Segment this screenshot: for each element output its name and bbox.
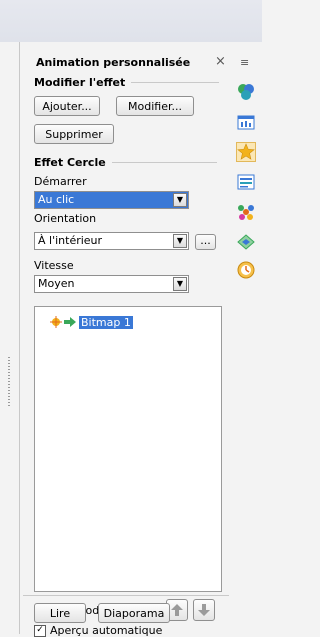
auto-preview-row: ✓ Aperçu automatique — [34, 624, 162, 637]
modify-button-label: Modifier... — [128, 100, 182, 113]
splitter-grip[interactable] — [8, 357, 10, 407]
arrow-up-icon — [171, 604, 183, 616]
speed-label: Vitesse — [34, 259, 74, 272]
close-icon[interactable]: × — [215, 54, 226, 69]
dock-splitter[interactable] — [0, 42, 20, 634]
orientation-label: Orientation — [34, 212, 97, 225]
mouse-click-icon — [50, 316, 62, 328]
speed-select[interactable]: Moyen ▼ — [34, 275, 189, 293]
custom-animation-icon[interactable] — [236, 142, 256, 162]
arrow-down-icon — [198, 604, 210, 616]
dropdown-arrow-icon[interactable]: ▼ — [173, 234, 187, 248]
dropdown-arrow-icon[interactable]: ▼ — [173, 277, 187, 291]
list-item[interactable]: Bitmap 1 — [50, 315, 133, 329]
clock-icon[interactable] — [236, 260, 256, 280]
start-label: Démarrer — [34, 175, 87, 188]
slideshow-button[interactable]: Diaporama — [98, 603, 170, 623]
gallery-icon[interactable] — [236, 112, 256, 132]
effect-options-button[interactable]: ... — [195, 234, 216, 250]
start-select-value: Au clic — [38, 193, 75, 206]
slide-transition-icon[interactable] — [236, 172, 256, 192]
styles-icon[interactable] — [236, 202, 256, 222]
speed-select-value: Moyen — [38, 277, 75, 290]
add-button[interactable]: Ajouter... — [34, 96, 100, 116]
play-button[interactable]: Lire — [34, 603, 86, 623]
add-button-label: Ajouter... — [42, 100, 92, 113]
section-heading-effect: Effet Cercle — [34, 156, 106, 169]
sidebar-menu-icon[interactable]: ≡ — [240, 56, 249, 69]
orientation-select-value: À l'intérieur — [38, 234, 103, 247]
window-header — [0, 0, 262, 42]
remove-button-label: Supprimer — [45, 128, 103, 141]
modify-button[interactable]: Modifier... — [116, 96, 194, 116]
effects-list[interactable]: Bitmap 1 — [34, 306, 222, 592]
divider — [23, 595, 229, 596]
custom-animation-panel: Animation personnalisée × Modifier l'eff… — [23, 48, 229, 634]
navigator-icon[interactable] — [236, 232, 256, 252]
panel-title: Animation personnalisée — [36, 56, 191, 69]
section-divider — [131, 82, 220, 83]
entrance-effect-icon — [64, 317, 76, 327]
effect-options-button-label: ... — [200, 234, 211, 247]
remove-button[interactable]: Supprimer — [34, 124, 114, 144]
properties-icon[interactable] — [236, 82, 256, 102]
play-button-label: Lire — [49, 607, 71, 620]
list-item-label: Bitmap 1 — [79, 315, 133, 329]
section-heading-modify: Modifier l'effet — [34, 76, 126, 89]
slideshow-button-label: Diaporama — [103, 607, 165, 620]
orientation-select[interactable]: À l'intérieur ▼ — [34, 232, 189, 250]
start-select[interactable]: Au clic ▼ — [34, 191, 189, 209]
move-down-button[interactable] — [193, 599, 215, 621]
auto-preview-label: Aperçu automatique — [50, 624, 163, 637]
effect-section: Effet Cercle — [34, 156, 217, 169]
section-divider — [111, 162, 217, 163]
dropdown-arrow-icon[interactable]: ▼ — [173, 193, 187, 207]
auto-preview-checkbox[interactable]: ✓ — [34, 624, 46, 637]
modify-effect-section: Modifier l'effet — [34, 76, 220, 89]
